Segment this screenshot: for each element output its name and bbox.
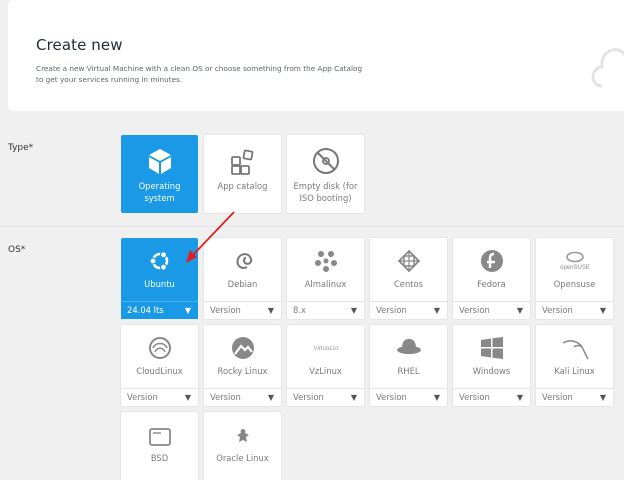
chevron-down-icon: ▼ <box>350 306 357 315</box>
os-tile-almalinux[interactable]: Almalinux 8.x ▼ <box>287 238 364 319</box>
chevron-down-icon: ▼ <box>433 306 440 315</box>
opensuse-icon: openSUSE <box>560 251 590 271</box>
version-value: Version <box>210 392 241 402</box>
os-name: BSD <box>150 453 169 463</box>
kali-linux-icon <box>562 340 589 360</box>
centos-icon <box>397 249 420 273</box>
chevron-down-icon: ▼ <box>184 306 191 315</box>
type-operating-system-tile[interactable]: Operating system <box>121 135 198 213</box>
os-name: Centos <box>393 279 424 289</box>
os-tile-windows[interactable]: Windows Version ▼ <box>453 325 530 406</box>
type-empty-disk-tile[interactable]: Empty disk (for ISO booting) <box>287 135 364 213</box>
version-value: Version <box>542 392 573 402</box>
almalinux-icon <box>314 251 337 272</box>
chevron-down-icon: ▼ <box>516 306 523 315</box>
debian-icon <box>236 253 252 269</box>
os-tile-debian[interactable]: Debian Version ▼ <box>204 238 281 319</box>
type-option-label: App catalog <box>217 181 268 191</box>
version-select[interactable]: 24.04 lts ▼ <box>121 301 198 319</box>
version-select[interactable]: Version ▼ <box>536 388 613 406</box>
version-value: Version <box>376 305 407 315</box>
chevron-down-icon: ▼ <box>267 306 274 315</box>
os-tile-cloudlinux[interactable]: CloudLinux Version ▼ <box>121 325 198 406</box>
version-select[interactable]: Version ▼ <box>204 301 281 319</box>
os-name: CloudLinux <box>136 366 183 376</box>
version-select[interactable]: Version ▼ <box>536 301 613 319</box>
chevron-down-icon: ▼ <box>516 393 523 402</box>
type-label: Type* <box>8 143 34 153</box>
version-select[interactable]: Version ▼ <box>453 388 530 406</box>
bsd-icon <box>148 428 171 446</box>
os-name: Kali Linux <box>554 366 595 376</box>
page-title: Create new <box>36 36 123 54</box>
ubuntu-icon <box>148 251 168 271</box>
version-select[interactable]: Version ▼ <box>287 388 364 406</box>
os-tile-rocky-linux[interactable]: Rocky Linux Version ▼ <box>204 325 281 406</box>
os-name: VzLinux <box>309 366 342 376</box>
version-select[interactable]: Version ▼ <box>204 388 281 406</box>
chevron-down-icon: ▼ <box>599 306 606 315</box>
cloud-icon <box>591 48 624 88</box>
version-select[interactable]: 8.x ▼ <box>287 301 364 319</box>
version-select[interactable]: Version ▼ <box>453 301 530 319</box>
cube-icon <box>148 149 171 174</box>
chevron-down-icon: ▼ <box>433 393 440 402</box>
os-name: Almalinux <box>304 279 347 289</box>
version-value: Version <box>127 392 158 402</box>
os-name: Rocky Linux <box>217 366 268 376</box>
version-value: 8.x <box>293 305 306 315</box>
os-label: OS* <box>8 245 26 255</box>
type-option-label: Empty disk (for ISO booting) <box>293 181 358 203</box>
chevron-down-icon: ▼ <box>599 393 606 402</box>
oracle-linux-icon <box>236 429 249 442</box>
create-new-card: Create new Create a new Virtual Machine … <box>8 0 624 111</box>
os-tile-kali-linux[interactable]: Kali Linux Version ▼ <box>536 325 613 406</box>
version-select[interactable]: Version ▼ <box>370 388 447 406</box>
section-divider <box>0 226 624 227</box>
os-tile-centos[interactable]: Centos Version ▼ <box>370 238 447 319</box>
os-tile-oracle-linux[interactable]: Oracle Linux <box>204 412 281 480</box>
version-select[interactable]: Version ▼ <box>370 301 447 319</box>
version-select[interactable]: Version ▼ <box>121 388 198 406</box>
os-name: RHEL <box>397 366 420 376</box>
os-tile-opensuse[interactable]: openSUSE Opensuse Version ▼ <box>536 238 613 319</box>
vzlinux-logo-text: Virtuozzo <box>313 346 339 352</box>
os-tile-ubuntu[interactable]: Ubuntu 24.04 lts ▼ <box>121 238 198 319</box>
type-option-label: Operating system <box>138 181 181 203</box>
rhel-icon <box>396 339 421 354</box>
windows-icon <box>480 337 503 359</box>
type-app-catalog-tile[interactable]: App catalog <box>204 135 281 213</box>
vzlinux-icon: Virtuozzo <box>313 346 339 352</box>
page-description: Create a new Virtual Machine with a clea… <box>36 64 363 84</box>
version-value: 24.04 lts <box>127 305 164 315</box>
version-value: Version <box>459 305 490 315</box>
chevron-down-icon: ▼ <box>184 393 191 402</box>
version-value: Version <box>210 305 241 315</box>
os-name: Fedora <box>477 279 506 289</box>
os-name: Oracle Linux <box>216 453 269 463</box>
app-grid-icon <box>230 149 253 175</box>
opensuse-logo-text: openSUSE <box>560 265 590 271</box>
os-tile-rhel[interactable]: RHEL Version ▼ <box>370 325 447 406</box>
version-value: Version <box>459 392 490 402</box>
os-name: Opensuse <box>553 279 596 289</box>
rocky-linux-icon <box>231 337 254 359</box>
fedora-icon <box>480 250 503 272</box>
os-tile-bsd[interactable]: BSD <box>121 412 198 480</box>
os-tile-vzlinux[interactable]: Virtuozzo VzLinux Version ▼ <box>287 325 364 406</box>
version-value: Version <box>542 305 573 315</box>
disk-icon <box>312 148 339 174</box>
version-value: Version <box>376 392 407 402</box>
os-name: Ubuntu <box>144 279 175 289</box>
os-name: Debian <box>227 279 258 289</box>
os-tile-fedora[interactable]: Fedora Version ▼ <box>453 238 530 319</box>
chevron-down-icon: ▼ <box>350 393 357 402</box>
chevron-down-icon: ▼ <box>267 393 274 402</box>
version-value: Version <box>293 392 324 402</box>
cloudlinux-icon <box>148 337 171 359</box>
os-name: Windows <box>472 366 511 376</box>
